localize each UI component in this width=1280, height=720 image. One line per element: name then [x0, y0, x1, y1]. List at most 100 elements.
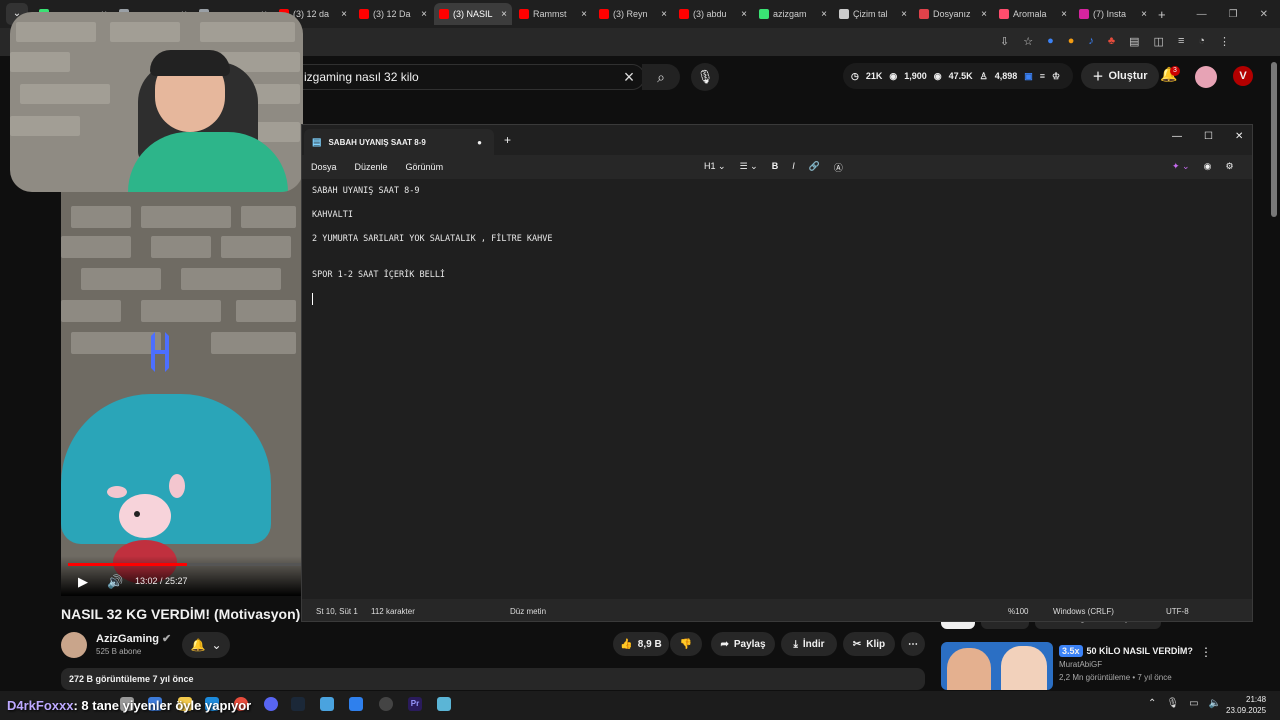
menu-edit[interactable]: Düzenle [355, 162, 388, 172]
speaker-icon[interactable]: 🔈 [1209, 698, 1221, 709]
extension-icon[interactable]: ▤ [1129, 35, 1139, 48]
tab-close-icon[interactable]: × [821, 9, 827, 20]
create-button[interactable]: ＋ Oluştur [1081, 63, 1159, 89]
recommended-channel[interactable]: MuratAbiGF [1059, 660, 1102, 669]
minimize-button[interactable]: — [1197, 9, 1207, 20]
search-button[interactable]: ⌕ [642, 64, 680, 90]
menu-icon[interactable]: ⋮ [1219, 35, 1230, 48]
tab-close-icon[interactable]: × [1061, 9, 1067, 20]
line-ending[interactable]: Windows (CRLF) [1053, 607, 1114, 616]
star-icon[interactable]: ☆ [1023, 35, 1033, 48]
app-icon[interactable] [437, 697, 451, 711]
microphone-tray-icon[interactable]: 🎙 [1166, 698, 1179, 709]
discord-icon[interactable] [264, 697, 278, 711]
description-box[interactable]: 272 B görüntüleme 7 yıl önce [61, 668, 925, 690]
restore-button[interactable]: ❐ [1229, 9, 1238, 20]
tab-close-icon[interactable]: × [981, 9, 987, 20]
more-actions-button[interactable]: ⋯ [901, 632, 925, 656]
settings-gear-icon[interactable]: ⚙ [1225, 161, 1233, 172]
minimize-icon[interactable]: — [1172, 131, 1182, 142]
recommended-title[interactable]: 3.5x 50 KİLO NASIL VERDİM? [1059, 645, 1193, 657]
notepad-window[interactable]: ▤ SABAH UYANIŞ SAAT 8-9 ● + — ☐ ✕ Dosya … [301, 124, 1253, 622]
maximize-icon[interactable]: ☐ [1204, 131, 1213, 142]
play-icon[interactable]: ▶ [78, 574, 88, 590]
notepad-taskbar-icon[interactable] [320, 697, 334, 711]
browser-tab[interactable]: azizgam × [754, 3, 832, 25]
install-icon[interactable]: ⇩ [1000, 35, 1009, 48]
menu-file[interactable]: Dosya [311, 162, 337, 172]
page-scrollbar[interactable] [1271, 62, 1277, 217]
channel-avatar[interactable] [61, 632, 87, 658]
italic-icon[interactable]: I [792, 161, 795, 174]
browser-tab[interactable]: Çizim tal × [834, 3, 912, 25]
profile-icon[interactable]: ◔ [1198, 35, 1205, 48]
tab-close-icon[interactable]: × [661, 9, 667, 20]
playlist-icon[interactable]: ≡ [1178, 35, 1184, 48]
tab-close-icon[interactable]: × [341, 9, 347, 20]
microphone-button[interactable]: 🎙 [691, 63, 719, 91]
steam-icon[interactable] [291, 697, 305, 711]
taskbar-clock[interactable]: 21:48 23.09.2025 [1226, 694, 1266, 716]
link-icon[interactable]: 🔗 [809, 161, 820, 174]
bold-icon[interactable]: B [772, 161, 779, 174]
extension-icon[interactable]: ● [1047, 35, 1054, 48]
photos-icon[interactable] [349, 697, 363, 711]
channel-name[interactable]: AzizGaming ✔ [96, 632, 171, 645]
heading-dropdown[interactable]: H1 ⌄ [704, 161, 726, 174]
clear-search-icon[interactable]: × [618, 66, 640, 88]
account-avatar[interactable] [1195, 66, 1217, 88]
recommended-thumbnail[interactable] [941, 642, 1053, 690]
tab-close-icon[interactable]: × [421, 9, 427, 20]
browser-tab[interactable]: Rammst × [514, 3, 592, 25]
close-window-button[interactable]: ✕ [1260, 9, 1268, 20]
extension-icon[interactable]: ▣ [1024, 71, 1033, 82]
chevron-up-icon[interactable]: ⌃ [1148, 698, 1156, 709]
unsaved-dot-icon[interactable]: ● [477, 138, 494, 147]
stats-extension[interactable]: ◷ 21K ◉ 1,900 ◉ 47.5K ♙ 4,898 ▣ ≡ ♔ [843, 63, 1073, 89]
recommended-more-icon[interactable]: ⋮ [1200, 645, 1212, 659]
extension-icon[interactable]: ● [1068, 35, 1075, 48]
like-button[interactable]: 👍 8,9 B [613, 632, 669, 656]
puzzle-icon[interactable]: ◫ [1154, 35, 1164, 48]
account-icon[interactable]: ◉ [1204, 161, 1212, 172]
tab-close-icon[interactable]: × [741, 9, 747, 20]
notepad-tab[interactable]: ▤ SABAH UYANIŞ SAAT 8-9 ● [304, 129, 494, 155]
zoom-level[interactable]: %100 [1008, 607, 1028, 616]
text-format[interactable]: Düz metin [510, 607, 546, 616]
browser-tab[interactable]: Dosyanız × [914, 3, 992, 25]
notepad-text-area[interactable]: SABAH UYANIŞ SAAT 8-9 KAHVALTI 2 YUMURTA S… [302, 179, 1252, 599]
subscription-bell-button[interactable]: 🔔 ⌄ [182, 632, 230, 658]
clear-format-icon[interactable]: Ⓐ [834, 161, 843, 174]
close-icon[interactable]: ✕ [1235, 131, 1243, 142]
tab-close-icon[interactable]: × [581, 9, 587, 20]
copilot-icon[interactable]: ✦ ⌄ [1172, 161, 1190, 172]
volume-icon[interactable]: 🔊 [107, 574, 123, 590]
browser-tab[interactable]: (7) Insta × [1074, 3, 1152, 25]
obs-icon[interactable] [379, 697, 393, 711]
award-icon[interactable]: ♔ [1052, 71, 1060, 82]
display-icon[interactable]: ▭ [1189, 698, 1198, 709]
list-icon[interactable]: ≡ [1040, 71, 1045, 81]
search-input[interactable]: izgaming nasıl 32 kilo [300, 64, 645, 90]
extension-badge[interactable]: V [1233, 66, 1253, 86]
browser-tab[interactable]: (3) 12 Da × [354, 3, 432, 25]
browser-tab[interactable]: (3) NASIL × [434, 3, 512, 25]
menu-view[interactable]: Görünüm [406, 162, 444, 172]
tab-close-icon[interactable]: × [501, 9, 507, 20]
new-tab-plus-icon[interactable]: + [504, 133, 511, 147]
extension-icon[interactable]: ♣ [1108, 35, 1115, 48]
browser-tab[interactable]: (3) abdu × [674, 3, 752, 25]
premiere-icon[interactable]: Pr [408, 697, 422, 711]
encoding[interactable]: UTF-8 [1166, 607, 1189, 616]
tab-close-icon[interactable]: × [1141, 9, 1147, 20]
clip-button[interactable]: ✂ Klip [843, 632, 895, 656]
extension-icon[interactable]: ♪ [1088, 35, 1094, 48]
new-tab-button[interactable]: + [1158, 7, 1166, 22]
tab-close-icon[interactable]: × [901, 9, 907, 20]
browser-tab[interactable]: Aromala × [994, 3, 1072, 25]
browser-tab[interactable]: (3) Reyn × [594, 3, 672, 25]
share-button[interactable]: ➦ Paylaş [711, 632, 775, 656]
list-icon[interactable]: ☰ ⌄ [740, 161, 758, 174]
dislike-button[interactable]: 👎 [670, 632, 702, 656]
download-button[interactable]: ⤓ İndir [781, 632, 837, 656]
